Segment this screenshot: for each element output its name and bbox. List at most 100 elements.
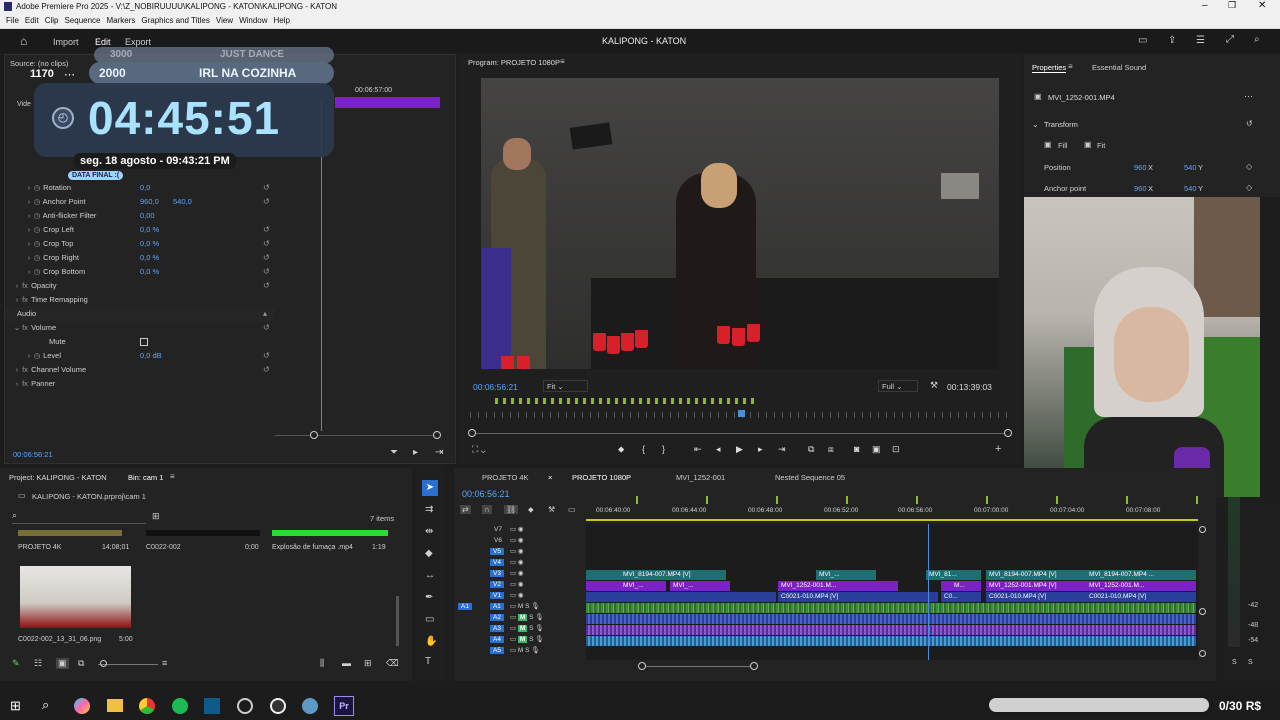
clip-v1[interactable]: C0021-010.MP4 [V] [986,592,1086,602]
new-bin-icon[interactable]: ⊞ [152,511,160,522]
play-icon[interactable]: ▶ [736,444,743,455]
captions-icon[interactable]: ▭ [568,505,576,514]
edit-tab[interactable]: Edit [95,37,111,47]
spotify-icon[interactable] [172,698,188,714]
track-select-icon[interactable]: ⇉ [425,504,433,515]
track-label[interactable]: A5 [490,647,504,654]
solo-label[interactable]: S [1248,659,1253,666]
effect-prop-value[interactable]: 960,0 [140,195,159,209]
new-item-icon[interactable]: ⊞ [364,658,372,669]
list-view-icon[interactable]: ☷ [34,658,42,669]
settings-icon[interactable]: ⛶ ⌄ [472,444,486,455]
effect-timecode[interactable]: 00:06:56:21 [13,450,53,459]
audio-clip-a2[interactable] [586,614,1196,624]
tab-projeto-1080p[interactable]: PROJETO 1080P [572,473,631,482]
import-tab[interactable]: Import [53,37,79,47]
search-input[interactable]: ⌕ [12,510,146,524]
menu-graphics[interactable]: Graphics and Titles [141,14,209,28]
mark-out-icon[interactable]: } [662,444,665,454]
panel-menu-icon[interactable]: ≡ [560,57,565,66]
audio-clip-a1[interactable] [586,603,1196,613]
reset-icon[interactable]: ↺ [263,321,270,335]
time-remapping-label[interactable]: Time Remapping [31,295,88,304]
project-tab[interactable]: Project: KALIPONG - KATON [9,473,107,482]
add-marker-icon[interactable]: ⬥ [618,444,624,455]
tab-nested-sequence[interactable]: Nested Sequence 05 [775,473,845,482]
go-to-out-icon[interactable]: ⇥ [778,444,786,455]
effect-prop-value[interactable]: 0,0 % [140,223,159,237]
menu-help[interactable]: Help [274,14,290,28]
reset-icon[interactable]: ↺ [263,349,270,363]
clip-v2[interactable]: MVI_1252-001.MP4 [V] [986,581,1086,591]
media-name[interactable]: C0022-002 [146,544,181,551]
minimize-icon[interactable]: – [1202,0,1208,11]
timeline-ruler[interactable]: 00:06:40:00 00:06:44:00 00:06:48:00 00:0… [586,492,1198,522]
panel-menu-icon[interactable]: ≡ [170,472,175,481]
clip-v2[interactable]: M... [941,581,981,591]
wrench-icon[interactable]: ⚒ [930,380,938,391]
program-playhead[interactable] [738,410,745,417]
track-label[interactable]: A2 [490,614,504,621]
solo-label[interactable]: S [1232,659,1237,666]
clip-v3[interactable]: MVI_8194-007.MP4 [V] [986,570,1086,580]
wrench-icon[interactable]: ⚒ [548,505,555,514]
slider-handle[interactable] [638,662,646,670]
volume-label[interactable]: Volume [31,323,56,332]
pen-icon[interactable]: ✒ [425,592,433,603]
play-audio-icon[interactable]: ▸ [413,447,418,458]
source-patch-a1[interactable]: A1 [458,603,472,610]
reset-icon[interactable]: ↺ [263,265,270,279]
add-button-icon[interactable]: + [995,443,1001,455]
hand-icon[interactable]: ✋ [425,636,437,647]
media-thumbnail[interactable] [20,566,131,628]
home-icon[interactable]: ⌂ [20,34,27,48]
panel-menu-icon[interactable]: ≡ [1068,62,1073,71]
track-label[interactable]: V1 [490,592,504,599]
mark-in-icon[interactable]: { [642,444,645,454]
keyframe-icon[interactable]: ◇ [1246,183,1252,192]
sort-icon[interactable]: ≡ [162,658,167,668]
effect-prop-value[interactable]: 0,00 [140,209,155,223]
track-label[interactable]: V5 [490,548,504,555]
program-video[interactable] [481,78,999,369]
share-icon[interactable]: ⇪ [1168,35,1176,46]
reset-icon[interactable]: ↺ [263,251,270,265]
opacity-label[interactable]: Opacity [31,281,56,290]
track-label[interactable]: V2 [490,581,504,588]
icon-view-icon[interactable]: ▣ [56,658,69,669]
menu-sequence[interactable]: Sequence [64,14,100,28]
snap-icon[interactable]: ∩ [482,505,492,514]
obs-like-icon[interactable] [237,698,253,714]
app-icon[interactable] [302,698,318,714]
clip-v3[interactable]: MVI_... [816,570,876,580]
export-frame-icon[interactable]: ⇥ [435,447,443,458]
keyframe-icon[interactable]: ◇ [1246,162,1252,171]
collapse-icon[interactable]: ⌄ [1032,120,1039,129]
export-tab[interactable]: Export [125,37,151,47]
program-scrollbar[interactable] [472,433,1008,434]
effect-prop-value[interactable]: 0,0 % [140,265,159,279]
file-explorer-icon[interactable] [107,699,123,712]
quality-select[interactable]: Full ⌄ [878,380,918,392]
reset-icon[interactable]: ↺ [263,279,270,293]
anchor-y[interactable]: 540 [1184,184,1197,193]
media-name[interactable]: PROJETO 4K [18,544,61,551]
fit-icon[interactable]: ▣ [1084,140,1092,149]
audio-clip-a4[interactable] [586,636,1196,646]
fill-icon[interactable]: ▣ [1044,140,1052,149]
slider-handle[interactable] [1004,429,1012,437]
bin-tab[interactable]: Bin: cam 1 [128,473,163,482]
channel-volume-label[interactable]: Channel Volume [31,365,86,374]
close-icon[interactable]: × [548,473,552,482]
zoom-slider[interactable] [98,664,158,665]
program-timecode[interactable]: 00:06:56:21 [473,382,518,392]
slider-handle[interactable] [1199,650,1206,657]
clip-v1[interactable]: C0021-010.MP4 [V] [1086,592,1196,602]
clip-v2[interactable]: MVI_... [586,581,666,591]
copilot-icon[interactable] [74,698,90,714]
clip-v2[interactable]: MVI_1252-001.M... [778,581,898,591]
clip-v3[interactable]: MVI_8194-007.MP4 [V] [586,570,726,580]
rectangle-icon[interactable]: ▭ [425,614,434,625]
track-label[interactable]: A1 [489,603,504,610]
tab-essential-sound[interactable]: Essential Sound [1092,63,1146,72]
